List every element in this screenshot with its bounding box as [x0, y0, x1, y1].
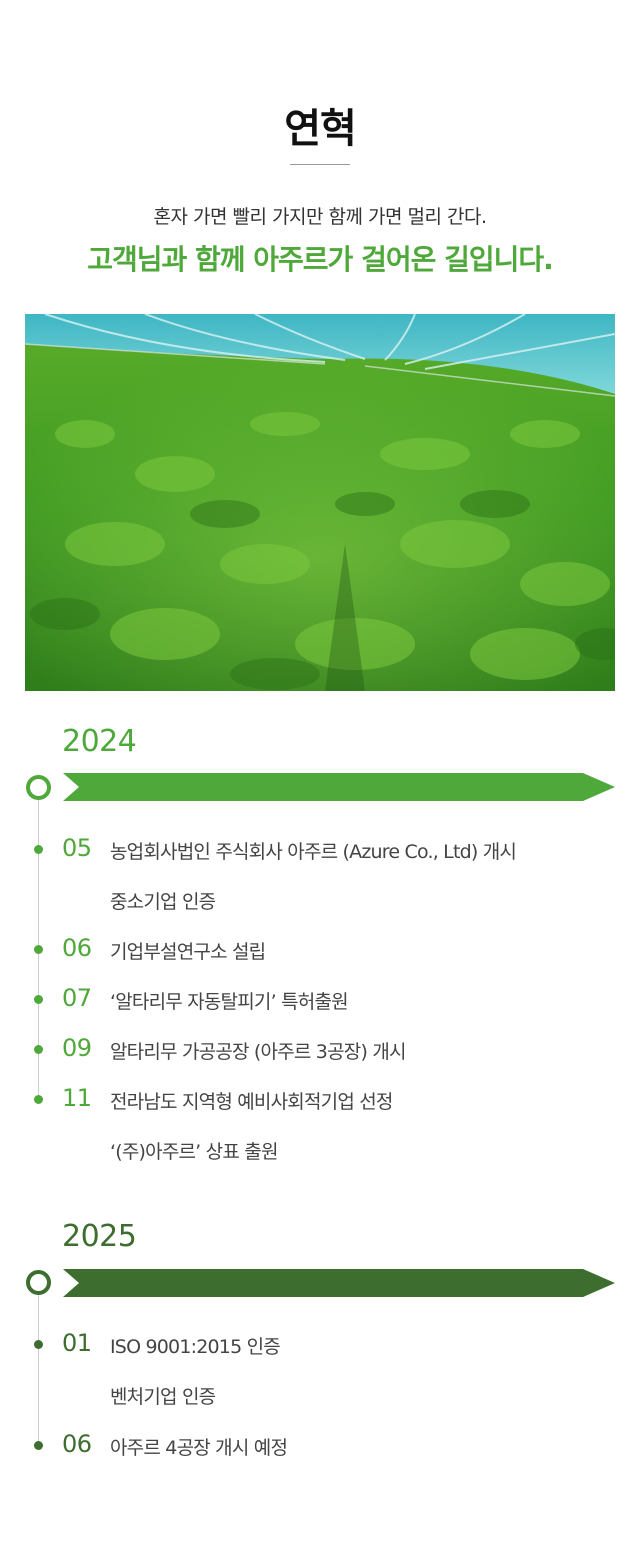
event-text: 기업부설연구소 설립: [110, 941, 266, 963]
year-marker-circle: [26, 1270, 51, 1295]
title-divider: [290, 164, 350, 165]
timeline-event: 09 알타리무 가공공장 (아주르 3공장) 개시: [0, 1034, 640, 1066]
event-text: ‘(주)아주르’ 상표 출원: [110, 1141, 278, 1163]
event-dot: [34, 995, 43, 1004]
event-text: 전라남도 지역형 예비사회적기업 선정: [110, 1091, 393, 1113]
timeline-line: [38, 1283, 39, 1447]
year-arrow-bar: [63, 1269, 615, 1297]
greenhouse-photo: [25, 314, 615, 691]
event-month: 09: [62, 1034, 92, 1062]
page-title: 연혁: [284, 106, 357, 152]
timeline-event: 11 전라남도 지역형 예비사회적기업 선정: [0, 1084, 640, 1116]
event-dot: [34, 945, 43, 954]
timeline-event-continued: ‘(주)아주르’ 상표 출원: [0, 1136, 640, 1166]
event-text: 알타리무 가공공장 (아주르 3공장) 개시: [110, 1041, 406, 1063]
event-month: 06: [62, 1430, 92, 1458]
headline: 고객님과 함께 아주르가 걸어온 길입니다.: [87, 243, 554, 276]
event-dot: [34, 845, 43, 854]
timeline-event: 06 기업부설연구소 설립: [0, 934, 640, 966]
event-dot: [34, 1441, 43, 1450]
event-text: 중소기업 인증: [110, 891, 216, 913]
timeline-event: 07 ‘알타리무 자동탈피기’ 특허출원: [0, 984, 640, 1016]
year-arrow-bar: [63, 773, 615, 801]
year-label: 2024: [62, 724, 137, 759]
event-month: 05: [62, 834, 92, 862]
timeline-event: 05 농업회사법인 주식회사 아주르 (Azure Co., Ltd) 개시: [0, 834, 640, 866]
timeline-event-continued: 중소기업 인증: [0, 886, 640, 916]
event-dot: [34, 1045, 43, 1054]
event-text: 농업회사법인 주식회사 아주르 (Azure Co., Ltd) 개시: [110, 841, 517, 863]
event-text: ‘알타리무 자동탈피기’ 특허출원: [110, 991, 349, 1013]
event-dot: [34, 1340, 43, 1349]
subtitle: 혼자 가면 빨리 가지만 함께 가면 멀리 간다.: [153, 206, 487, 228]
event-month: 07: [62, 984, 92, 1012]
timeline-event-continued: 벤처기업 인증: [0, 1381, 640, 1411]
event-text: 아주르 4공장 개시 예정: [110, 1437, 288, 1459]
timeline-event: 01 ISO 9001:2015 인증: [0, 1329, 640, 1361]
year-marker-circle: [26, 775, 51, 800]
event-dot: [34, 1095, 43, 1104]
event-month: 01: [62, 1329, 92, 1357]
event-month: 06: [62, 934, 92, 962]
event-text: ISO 9001:2015 인증: [110, 1336, 281, 1358]
event-month: 11: [62, 1084, 92, 1112]
year-label: 2025: [62, 1219, 137, 1254]
timeline-event: 06 아주르 4공장 개시 예정: [0, 1430, 640, 1462]
event-text: 벤처기업 인증: [110, 1386, 216, 1408]
